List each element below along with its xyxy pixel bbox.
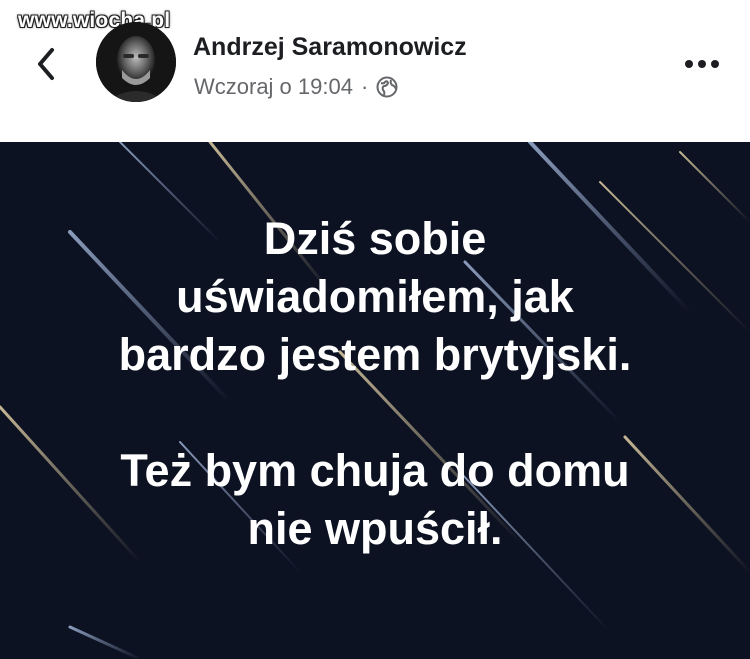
back-button[interactable] — [26, 42, 66, 86]
more-options-button[interactable] — [678, 46, 726, 82]
post-header: www.wiocha.pl Andrzej Saramonowicz Wczor… — [0, 0, 750, 142]
text-line: nie wpuścił. — [247, 503, 503, 554]
post-image-text: Dziś sobie uświadomiłem, jak bardzo jest… — [0, 210, 750, 558]
avatar[interactable] — [96, 22, 176, 102]
text-line: uświadomiłem, jak — [176, 271, 574, 322]
post-meta: Wczoraj o 19:04 · — [194, 74, 398, 100]
text-line: bardzo jestem brytyjski. — [118, 329, 632, 380]
facebook-post-screen: www.wiocha.pl Andrzej Saramonowicz Wczor… — [0, 0, 750, 659]
author-name[interactable]: Andrzej Saramonowicz — [193, 33, 467, 62]
more-dots-icon — [685, 60, 719, 68]
meta-separator: · — [360, 74, 369, 99]
post-timestamp[interactable]: Wczoraj o 19:04 — [194, 74, 353, 100]
profile-photo-icon — [96, 22, 176, 102]
chevron-left-icon — [38, 48, 54, 80]
text-line: Dziś sobie — [263, 213, 487, 264]
text-line: Też bym chuja do domu — [120, 445, 630, 496]
post-image[interactable]: Dziś sobie uświadomiłem, jak bardzo jest… — [0, 142, 750, 659]
globe-icon — [376, 76, 398, 98]
